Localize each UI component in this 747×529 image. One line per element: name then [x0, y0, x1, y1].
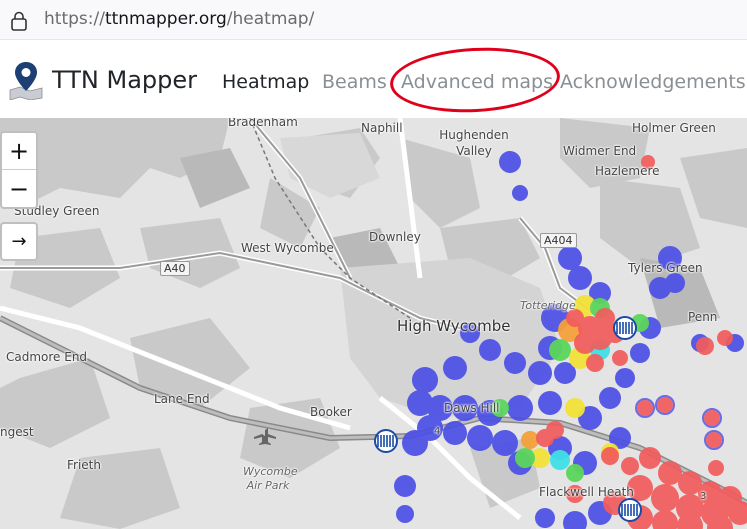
site-navbar: TTN Mapper Heatmap Beams Advanced maps A…: [0, 40, 747, 118]
place-label: ngest: [0, 425, 34, 439]
place-label: Hughenden Valley: [439, 128, 509, 158]
place-label: Naphill: [361, 121, 403, 135]
nav-beams[interactable]: Beams: [322, 71, 387, 93]
place-label: Tylers Green: [628, 261, 703, 275]
place-label: Penn: [688, 310, 718, 324]
place-label-high-wycombe: High Wycombe: [397, 317, 511, 335]
brand-title[interactable]: TTN Mapper: [52, 66, 197, 94]
place-label: Widmer End: [563, 144, 637, 158]
road-label: A40: [160, 261, 190, 276]
place-label: Bradenham: [228, 118, 298, 129]
place-label: Totteridge: [520, 299, 576, 312]
place-label: Flackwell Heath: [539, 485, 634, 499]
annotation-circle: [388, 43, 562, 117]
road-label: 3: [700, 491, 707, 502]
lock-icon: [11, 11, 27, 31]
map-tiles: [0, 118, 747, 529]
map-pin-logo-icon[interactable]: [8, 60, 44, 100]
place-label: Downley: [369, 230, 421, 244]
place-label: Cadmore End: [6, 350, 88, 364]
browser-address-bar[interactable]: https://ttnmapper.org/heatmap/: [0, 0, 747, 40]
place-label: West Wycombe: [241, 241, 334, 255]
place-label: Lane End: [154, 392, 210, 406]
heatmap-map[interactable]: Bradenham Naphill Hughenden Valley Holme…: [0, 118, 747, 529]
arrow-right-icon[interactable]: →: [0, 222, 38, 261]
road-label: 4: [434, 426, 441, 437]
zoom-control: + −: [0, 131, 38, 209]
zoom-out-button[interactable]: −: [2, 170, 36, 207]
url-text[interactable]: https://ttnmapper.org/heatmap/: [44, 9, 314, 29]
place-label: Daws Hill: [444, 401, 500, 415]
place-label: Frieth: [67, 458, 101, 472]
place-label: Wycombe Air Park: [243, 465, 298, 492]
place-label: Booker: [310, 405, 352, 419]
nav-acknowledgements[interactable]: Acknowledgements: [560, 71, 746, 93]
place-label: Hazlemere: [595, 164, 660, 178]
road-label: A404: [540, 233, 577, 248]
nav-heatmap[interactable]: Heatmap: [222, 71, 309, 93]
zoom-in-button[interactable]: +: [2, 133, 36, 170]
place-label: Holmer Green: [632, 121, 716, 135]
